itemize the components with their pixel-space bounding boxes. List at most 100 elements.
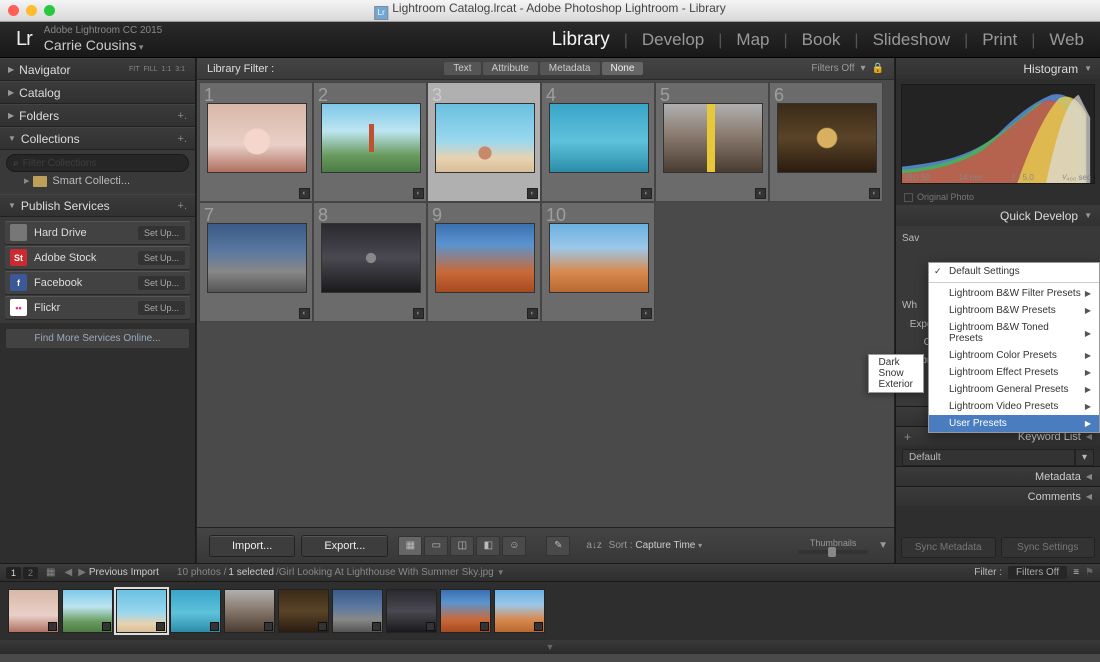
- preset-group[interactable]: Lightroom Effect Presets▶: [929, 364, 1099, 381]
- preset-group[interactable]: User Presets▶: [929, 415, 1099, 432]
- nav-back-button[interactable]: ◀: [64, 567, 72, 578]
- setup-button[interactable]: Set Up...: [138, 226, 185, 240]
- quick-develop-header[interactable]: Quick Develop▼: [896, 205, 1100, 226]
- grid-cell[interactable]: 6◐: [769, 82, 883, 202]
- thumbnail-badge-icon[interactable]: ◐: [299, 188, 310, 199]
- find-more-services-link[interactable]: Find More Services Online...: [6, 329, 189, 348]
- filmstrip-filter-dropdown[interactable]: Filters Off: [1008, 566, 1067, 579]
- user-presets-submenu-item[interactable]: Dark Snow Exterior: [868, 354, 924, 393]
- publish-service-facebook[interactable]: fFacebookSet Up...: [5, 271, 190, 294]
- add-collection-button[interactable]: +.: [178, 133, 187, 145]
- thumbnail-badge-icon[interactable]: ◐: [413, 188, 424, 199]
- filters-off-dropdown[interactable]: Filters Off: [811, 63, 854, 74]
- loupe-view-button[interactable]: ▭: [424, 536, 448, 556]
- setup-button[interactable]: Set Up...: [138, 301, 185, 315]
- import-button[interactable]: Import...: [209, 535, 295, 557]
- survey-view-button[interactable]: ◧: [476, 536, 500, 556]
- filmstrip-thumb[interactable]: [278, 589, 329, 633]
- setup-button[interactable]: Set Up...: [138, 251, 185, 265]
- collections-search-input[interactable]: ⌕ Filter Collections: [6, 154, 189, 172]
- filmstrip[interactable]: [0, 582, 1100, 640]
- navigator-panel-header[interactable]: ▶ Navigator FITFILL1:13:1: [0, 58, 195, 81]
- setup-button[interactable]: Set Up...: [138, 276, 185, 290]
- publish-service-hard-drive[interactable]: Hard DriveSet Up...: [5, 221, 190, 244]
- module-web[interactable]: Web: [1049, 30, 1084, 50]
- filmstrip-thumb[interactable]: [332, 589, 383, 633]
- filter-menu-icon[interactable]: ≡: [1073, 567, 1079, 578]
- filter-text-button[interactable]: Text: [444, 62, 480, 75]
- thumbnail-grid[interactable]: 1◐2◐3◐4◐5◐6◐ 7◐8◐9◐10◐: [197, 80, 894, 527]
- lock-icon[interactable]: 🔒: [872, 63, 884, 74]
- main-window-button[interactable]: 1: [6, 567, 21, 579]
- preset-group[interactable]: Lightroom B&W Toned Presets▶: [929, 319, 1099, 347]
- filmstrip-thumb[interactable]: [494, 589, 545, 633]
- nav-zoom-fill[interactable]: FILL: [144, 66, 158, 73]
- bottom-panel-toggle[interactable]: ▼: [0, 640, 1100, 654]
- zoom-window-button[interactable]: [44, 5, 55, 16]
- grid-cell[interactable]: 4◐: [541, 82, 655, 202]
- flag-filter-icon[interactable]: ⚑: [1085, 567, 1094, 578]
- filmstrip-thumb[interactable]: [8, 589, 59, 633]
- thumbnail-badge-icon[interactable]: ◐: [527, 308, 538, 319]
- publish-services-header[interactable]: ▼ Publish Services +.: [0, 194, 195, 217]
- thumbnail-badge-icon[interactable]: ◐: [641, 308, 652, 319]
- thumbnail-badge-icon[interactable]: ◐: [413, 308, 424, 319]
- toolbar-chevron-button[interactable]: ▼: [878, 540, 888, 551]
- grid-cell[interactable]: 8◐: [313, 202, 427, 322]
- collections-panel-header[interactable]: ▼ Collections +.: [0, 127, 195, 150]
- filmstrip-thumb[interactable]: [170, 589, 221, 633]
- filmstrip-thumb[interactable]: [116, 589, 167, 633]
- add-publish-button[interactable]: +.: [178, 200, 187, 212]
- grid-cell[interactable]: 10◐: [541, 202, 655, 322]
- sort-control[interactable]: a↓z Sort : Capture Time ▾: [586, 540, 702, 551]
- sync-metadata-button[interactable]: Sync Metadata: [901, 537, 996, 558]
- preset-group[interactable]: Lightroom B&W Filter Presets▶: [929, 285, 1099, 302]
- filmstrip-thumb[interactable]: [386, 589, 437, 633]
- preset-group[interactable]: Lightroom Color Presets▶: [929, 347, 1099, 364]
- second-window-button[interactable]: 2: [23, 567, 38, 579]
- filmstrip-thumb[interactable]: [62, 589, 113, 633]
- grid-icon[interactable]: ▦: [46, 567, 55, 578]
- filter-none-button[interactable]: None: [602, 62, 644, 75]
- filter-attribute-button[interactable]: Attribute: [483, 62, 538, 75]
- nav-zoom-3-1[interactable]: 3:1: [175, 66, 185, 73]
- export-button[interactable]: Export...: [301, 535, 388, 557]
- module-library[interactable]: Library: [552, 29, 610, 51]
- people-view-button[interactable]: ☺: [502, 536, 526, 556]
- grid-cell[interactable]: 5◐: [655, 82, 769, 202]
- thumbnail-badge-icon[interactable]: ◐: [755, 188, 766, 199]
- thumbnail-badge-icon[interactable]: ◐: [299, 308, 310, 319]
- thumbnail-badge-icon[interactable]: ◐: [527, 188, 538, 199]
- grid-cell[interactable]: 1◐: [199, 82, 313, 202]
- comments-header[interactable]: Comments◀: [896, 486, 1100, 506]
- filmstrip-thumb[interactable]: [224, 589, 275, 633]
- sync-settings-button[interactable]: Sync Settings: [1001, 537, 1096, 558]
- smart-collections-item[interactable]: ▶ Smart Collecti...: [6, 172, 189, 190]
- grid-cell[interactable]: 2◐: [313, 82, 427, 202]
- module-slideshow[interactable]: Slideshow: [873, 30, 951, 50]
- preset-group[interactable]: Lightroom Video Presets▶: [929, 398, 1099, 415]
- grid-view-button[interactable]: ▦: [398, 536, 422, 556]
- filmstrip-thumb[interactable]: [440, 589, 491, 633]
- grid-cell[interactable]: 7◐: [199, 202, 313, 322]
- close-window-button[interactable]: [8, 5, 19, 16]
- histogram-header[interactable]: Histogram▼: [896, 58, 1100, 79]
- original-photo-checkbox[interactable]: Original Photo: [896, 189, 1100, 205]
- grid-cell[interactable]: 9◐: [427, 202, 541, 322]
- nav-zoom-fit[interactable]: FIT: [129, 66, 140, 73]
- publish-service-adobe-stock[interactable]: StAdobe StockSet Up...: [5, 246, 190, 269]
- thumbnail-badge-icon[interactable]: ◐: [869, 188, 880, 199]
- minimize-window-button[interactable]: [26, 5, 37, 16]
- module-map[interactable]: Map: [736, 30, 769, 50]
- painter-tool-button[interactable]: ✎: [546, 536, 570, 556]
- catalog-panel-header[interactable]: ▶ Catalog: [0, 81, 195, 104]
- preset-group[interactable]: Lightroom General Presets▶: [929, 381, 1099, 398]
- folders-panel-header[interactable]: ▶ Folders +.: [0, 104, 195, 127]
- module-develop[interactable]: Develop: [642, 30, 704, 50]
- thumbnail-badge-icon[interactable]: ◐: [641, 188, 652, 199]
- metadata-header[interactable]: Metadata◀: [896, 466, 1100, 486]
- compare-view-button[interactable]: ◫: [450, 536, 474, 556]
- preset-default-settings[interactable]: ✓Default Settings: [929, 263, 1099, 280]
- grid-cell[interactable]: 3◐: [427, 82, 541, 202]
- metadata-set-dropdown[interactable]: Default: [902, 449, 1075, 466]
